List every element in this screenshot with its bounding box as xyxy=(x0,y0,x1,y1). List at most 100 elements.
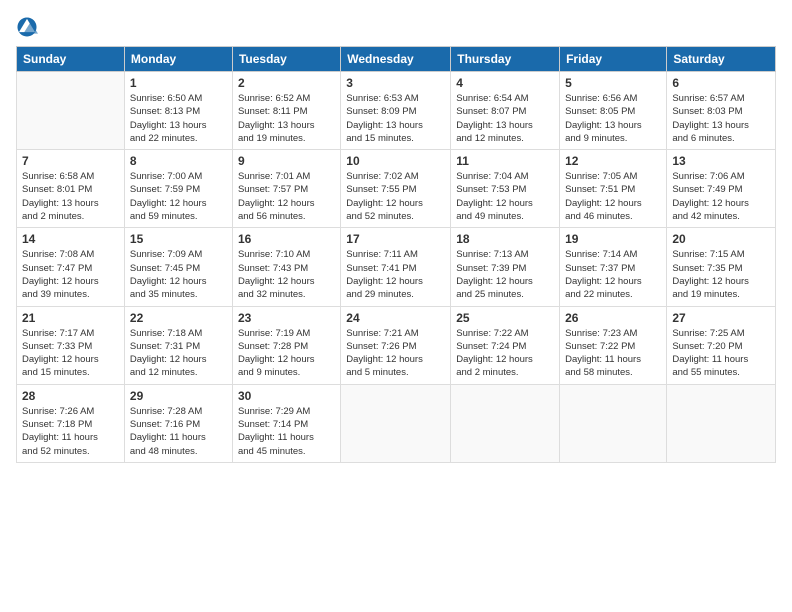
calendar-week-row: 28 Sunrise: 7:26 AM Sunset: 7:18 PM Dayli… xyxy=(17,384,776,462)
calendar-cell: 17 Sunrise: 7:11 AM Sunset: 7:41 PM Dayli… xyxy=(341,228,451,306)
day-info: Sunrise: 7:25 AM Sunset: 7:20 PM Dayligh… xyxy=(672,327,770,380)
day-info: Sunrise: 6:57 AM Sunset: 8:03 PM Dayligh… xyxy=(672,92,770,145)
calendar-cell: 21Sunrise: 7:17 AM Sunset: 7:33 PM Dayli… xyxy=(17,306,125,384)
calendar-week-row: 7Sunrise: 6:58 AM Sunset: 8:01 PM Daylig… xyxy=(17,150,776,228)
calendar-cell: 5 Sunrise: 6:56 AM Sunset: 8:05 PM Daylig… xyxy=(560,72,667,150)
calendar-cell: 10 Sunrise: 7:02 AM Sunset: 7:55 PM Dayli… xyxy=(341,150,451,228)
weekday-header-saturday: Saturday xyxy=(667,47,776,72)
calendar-week-row: 1Sunrise: 6:50 AM Sunset: 8:13 PM Daylig… xyxy=(17,72,776,150)
calendar-cell xyxy=(451,384,560,462)
day-info: Sunrise: 7:14 AM Sunset: 7:37 PM Dayligh… xyxy=(565,248,661,301)
day-info: Sunrise: 7:21 AM Sunset: 7:26 PM Dayligh… xyxy=(346,327,445,380)
calendar-cell: 3Sunrise: 6:53 AM Sunset: 8:09 PM Daylig… xyxy=(341,72,451,150)
day-number: 19 xyxy=(565,232,661,246)
calendar-cell: 12 Sunrise: 7:05 AM Sunset: 7:51 PM Dayli… xyxy=(560,150,667,228)
calendar-cell: 11Sunrise: 7:04 AM Sunset: 7:53 PM Dayli… xyxy=(451,150,560,228)
logo xyxy=(16,16,42,38)
calendar-cell: 26Sunrise: 7:23 AM Sunset: 7:22 PM Dayli… xyxy=(560,306,667,384)
day-number: 18 xyxy=(456,232,554,246)
logo-icon xyxy=(16,16,38,38)
calendar-cell: 4 Sunrise: 6:54 AM Sunset: 8:07 PM Daylig… xyxy=(451,72,560,150)
day-info: Sunrise: 7:05 AM Sunset: 7:51 PM Dayligh… xyxy=(565,170,661,223)
day-number: 11 xyxy=(456,154,554,168)
day-number: 23 xyxy=(238,311,335,325)
day-info: Sunrise: 7:29 AM Sunset: 7:14 PM Dayligh… xyxy=(238,405,335,458)
day-info: Sunrise: 7:11 AM Sunset: 7:41 PM Dayligh… xyxy=(346,248,445,301)
calendar-cell xyxy=(17,72,125,150)
calendar-cell: 8 Sunrise: 7:00 AM Sunset: 7:59 PM Daylig… xyxy=(124,150,232,228)
day-info: Sunrise: 7:13 AM Sunset: 7:39 PM Dayligh… xyxy=(456,248,554,301)
day-number: 30 xyxy=(238,389,335,403)
weekday-header-wednesday: Wednesday xyxy=(341,47,451,72)
day-number: 25 xyxy=(456,311,554,325)
calendar-cell: 2 Sunrise: 6:52 AM Sunset: 8:11 PM Daylig… xyxy=(232,72,340,150)
calendar-cell: 1Sunrise: 6:50 AM Sunset: 8:13 PM Daylig… xyxy=(124,72,232,150)
calendar-cell xyxy=(341,384,451,462)
day-number: 1 xyxy=(130,76,227,90)
weekday-header-friday: Friday xyxy=(560,47,667,72)
day-info: Sunrise: 6:53 AM Sunset: 8:09 PM Dayligh… xyxy=(346,92,445,145)
day-number: 27 xyxy=(672,311,770,325)
day-number: 24 xyxy=(346,311,445,325)
calendar-cell: 27 Sunrise: 7:25 AM Sunset: 7:20 PM Dayli… xyxy=(667,306,776,384)
calendar-cell: 28 Sunrise: 7:26 AM Sunset: 7:18 PM Dayli… xyxy=(17,384,125,462)
calendar-week-row: 21Sunrise: 7:17 AM Sunset: 7:33 PM Dayli… xyxy=(17,306,776,384)
header xyxy=(16,12,776,38)
weekday-header-sunday: Sunday xyxy=(17,47,125,72)
day-info: Sunrise: 7:06 AM Sunset: 7:49 PM Dayligh… xyxy=(672,170,770,223)
calendar-cell xyxy=(667,384,776,462)
day-info: Sunrise: 7:19 AM Sunset: 7:28 PM Dayligh… xyxy=(238,327,335,380)
day-info: Sunrise: 7:10 AM Sunset: 7:43 PM Dayligh… xyxy=(238,248,335,301)
day-info: Sunrise: 7:22 AM Sunset: 7:24 PM Dayligh… xyxy=(456,327,554,380)
day-number: 4 xyxy=(456,76,554,90)
calendar-cell: 29 Sunrise: 7:28 AM Sunset: 7:16 PM Dayli… xyxy=(124,384,232,462)
day-number: 12 xyxy=(565,154,661,168)
day-info: Sunrise: 6:56 AM Sunset: 8:05 PM Dayligh… xyxy=(565,92,661,145)
day-number: 7 xyxy=(22,154,119,168)
day-number: 15 xyxy=(130,232,227,246)
day-number: 20 xyxy=(672,232,770,246)
calendar-cell: 16 Sunrise: 7:10 AM Sunset: 7:43 PM Dayli… xyxy=(232,228,340,306)
day-number: 16 xyxy=(238,232,335,246)
day-number: 6 xyxy=(672,76,770,90)
day-info: Sunrise: 7:01 AM Sunset: 7:57 PM Dayligh… xyxy=(238,170,335,223)
calendar-table: SundayMondayTuesdayWednesdayThursdayFrid… xyxy=(16,46,776,463)
calendar-cell: 23 Sunrise: 7:19 AM Sunset: 7:28 PM Dayli… xyxy=(232,306,340,384)
day-number: 13 xyxy=(672,154,770,168)
day-number: 10 xyxy=(346,154,445,168)
calendar-cell: 14Sunrise: 7:08 AM Sunset: 7:47 PM Dayli… xyxy=(17,228,125,306)
day-number: 9 xyxy=(238,154,335,168)
day-number: 8 xyxy=(130,154,227,168)
day-info: Sunrise: 7:09 AM Sunset: 7:45 PM Dayligh… xyxy=(130,248,227,301)
weekday-header-row: SundayMondayTuesdayWednesdayThursdayFrid… xyxy=(17,47,776,72)
calendar-cell: 13 Sunrise: 7:06 AM Sunset: 7:49 PM Dayli… xyxy=(667,150,776,228)
calendar-cell: 6 Sunrise: 6:57 AM Sunset: 8:03 PM Daylig… xyxy=(667,72,776,150)
calendar-cell: 18 Sunrise: 7:13 AM Sunset: 7:39 PM Dayli… xyxy=(451,228,560,306)
day-info: Sunrise: 7:02 AM Sunset: 7:55 PM Dayligh… xyxy=(346,170,445,223)
day-info: Sunrise: 7:26 AM Sunset: 7:18 PM Dayligh… xyxy=(22,405,119,458)
day-info: Sunrise: 7:28 AM Sunset: 7:16 PM Dayligh… xyxy=(130,405,227,458)
calendar-cell: 9 Sunrise: 7:01 AM Sunset: 7:57 PM Daylig… xyxy=(232,150,340,228)
day-number: 29 xyxy=(130,389,227,403)
weekday-header-monday: Monday xyxy=(124,47,232,72)
day-info: Sunrise: 6:52 AM Sunset: 8:11 PM Dayligh… xyxy=(238,92,335,145)
page: SundayMondayTuesdayWednesdayThursdayFrid… xyxy=(0,0,792,612)
day-info: Sunrise: 6:54 AM Sunset: 8:07 PM Dayligh… xyxy=(456,92,554,145)
calendar-cell: 30 Sunrise: 7:29 AM Sunset: 7:14 PM Dayli… xyxy=(232,384,340,462)
day-info: Sunrise: 7:00 AM Sunset: 7:59 PM Dayligh… xyxy=(130,170,227,223)
day-number: 14 xyxy=(22,232,119,246)
calendar-cell: 25 Sunrise: 7:22 AM Sunset: 7:24 PM Dayli… xyxy=(451,306,560,384)
day-number: 28 xyxy=(22,389,119,403)
day-number: 2 xyxy=(238,76,335,90)
day-info: Sunrise: 7:18 AM Sunset: 7:31 PM Dayligh… xyxy=(130,327,227,380)
calendar-cell: 15 Sunrise: 7:09 AM Sunset: 7:45 PM Dayli… xyxy=(124,228,232,306)
weekday-header-thursday: Thursday xyxy=(451,47,560,72)
day-number: 21 xyxy=(22,311,119,325)
day-number: 5 xyxy=(565,76,661,90)
calendar-cell: 24 Sunrise: 7:21 AM Sunset: 7:26 PM Dayli… xyxy=(341,306,451,384)
calendar-cell: 20Sunrise: 7:15 AM Sunset: 7:35 PM Dayli… xyxy=(667,228,776,306)
calendar-cell: 19 Sunrise: 7:14 AM Sunset: 7:37 PM Dayli… xyxy=(560,228,667,306)
day-number: 17 xyxy=(346,232,445,246)
calendar-week-row: 14Sunrise: 7:08 AM Sunset: 7:47 PM Dayli… xyxy=(17,228,776,306)
day-number: 22 xyxy=(130,311,227,325)
